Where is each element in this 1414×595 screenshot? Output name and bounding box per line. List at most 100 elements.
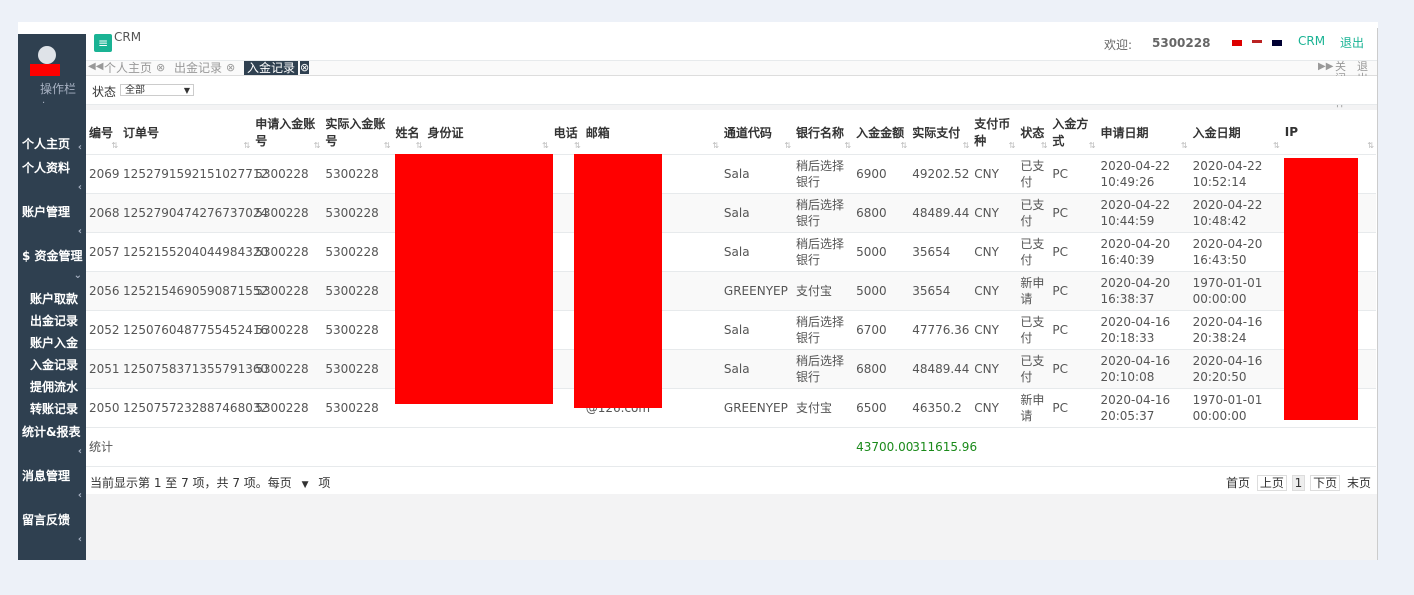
table-row[interactable]: 2057125215520404498432053002285300228@12… <box>86 232 1376 272</box>
sidebar-subitem-withdraw[interactable]: 账户取款 <box>30 290 78 307</box>
sidebar-item-label: 个人资料 <box>22 161 71 175</box>
table-cell: 2020-04-20 16:40:39 <box>1097 232 1190 272</box>
table-cell: 5300228 <box>322 154 393 194</box>
tab-scroll-left-icon[interactable]: ◀◀ <box>88 61 103 72</box>
first-page-button[interactable]: 首页 <box>1224 476 1252 490</box>
sidebar-item-home[interactable]: 个人主页 ‹ <box>18 136 86 153</box>
table-cell: 1250757232887468032 <box>120 388 268 428</box>
table-row[interactable]: 2052125076048775545241653002285300228@12… <box>86 310 1376 350</box>
sidebar-subitem-deposit[interactable]: 账户入金 <box>30 334 78 351</box>
prev-page-button[interactable]: 上页 <box>1256 475 1287 491</box>
column-header[interactable]: 入金日期 <box>1189 110 1282 155</box>
column-header[interactable]: 银行名称 <box>793 110 854 155</box>
column-header[interactable]: 邮箱 <box>582 110 721 155</box>
table-cell: 49202.52 <box>909 154 972 194</box>
menu-toggle-icon[interactable]: ≡ <box>94 34 112 52</box>
sidebar-subitem-withdraw-records[interactable]: 出金记录 <box>30 312 78 329</box>
user-id[interactable]: 5300228 <box>1152 36 1210 50</box>
column-header[interactable]: 申请日期 <box>1097 110 1190 155</box>
tab-home[interactable]: 个人主页 <box>104 61 152 75</box>
logout-link[interactable]: 退出 <box>1340 34 1364 51</box>
column-header[interactable]: 通道代码 <box>720 110 794 155</box>
summary-amount: 43700.00 <box>853 427 913 467</box>
table-cell: 6500 <box>853 388 910 428</box>
sidebar-item-profile[interactable]: 个人资料 ‹ <box>18 160 86 193</box>
table-cell: 5300228 <box>252 349 323 389</box>
flag-us-icon[interactable] <box>1252 40 1262 46</box>
sidebar-item-accounts[interactable]: 账户管理 ‹ <box>18 204 86 237</box>
table-row[interactable]: 2050 1250757232887468032 5300228 5300228 @12… <box>86 388 1376 428</box>
redacted-phone-email <box>574 154 662 408</box>
per-page-unit: 项 <box>318 476 331 490</box>
close-icon[interactable]: ⊗ <box>156 61 165 74</box>
avatar[interactable] <box>38 46 56 64</box>
redacted-ip <box>1284 158 1358 420</box>
sidebar-subitem-commission[interactable]: 提佣流水 <box>30 378 78 395</box>
table-cell: 5300228 <box>252 388 323 428</box>
column-header[interactable]: 实际支付 <box>909 110 972 155</box>
table-cell: 5300228 <box>252 154 323 194</box>
tab-deposit-records[interactable]: 入金记录 <box>244 61 299 75</box>
sidebar-item-messages[interactable]: 消息管理 ‹ <box>18 468 86 501</box>
table-cell: 稍后选择银行 <box>793 232 854 272</box>
close-icon[interactable]: ⊗ <box>226 61 235 74</box>
sidebar-subitem-deposit-records[interactable]: 入金记录 <box>30 356 78 373</box>
sidebar-item-funds[interactable]: $ 资金管理 ⌄ <box>18 248 86 281</box>
column-header[interactable]: 实际入金账号 <box>322 110 393 155</box>
table-cell: CNY <box>971 271 1018 311</box>
column-header[interactable]: 身份证 <box>424 110 551 155</box>
table-cell: 1252791592151027712 <box>120 154 268 194</box>
column-header[interactable]: 申请入金账号 <box>252 110 323 155</box>
status-filter-select[interactable]: 全部 <box>120 84 194 97</box>
column-header[interactable]: 支付币种 <box>971 110 1018 155</box>
next-page-button[interactable]: 下页 <box>1310 475 1341 491</box>
last-page-button[interactable]: 末页 <box>1345 476 1373 490</box>
table-cell: 2020-04-16 20:20:50 <box>1189 349 1282 389</box>
table-row[interactable]: 2051125075837135579136053002285300228@12… <box>86 349 1376 389</box>
table-cell: Sala <box>720 193 794 233</box>
table-cell: Sala <box>720 154 794 194</box>
column-header[interactable]: 编号 <box>86 110 121 155</box>
filter-bar: 状态 全部 <box>86 76 1377 105</box>
per-page-select[interactable]: ▼ <box>302 480 309 490</box>
table-cell: CNY <box>971 310 1018 350</box>
column-header[interactable]: 入金金额 <box>853 110 910 155</box>
column-header[interactable]: 入金方式 <box>1049 110 1098 155</box>
table-cell: PC <box>1049 310 1098 350</box>
table-cell: 2057 <box>86 232 121 272</box>
status-filter-label: 状态 <box>92 85 117 99</box>
table-row[interactable]: 2069125279159215102771253002285300228@12… <box>86 154 1376 194</box>
table-cell: CNY <box>971 388 1018 428</box>
table-cell: 1250760487755452416 <box>120 310 268 350</box>
table-cell: 2020-04-16 20:05:37 <box>1097 388 1190 428</box>
crm-link[interactable]: CRM <box>1298 34 1325 48</box>
table-cell: 1252154690590871552 <box>120 271 268 311</box>
sidebar-item-feedback[interactable]: 留言反馈 ‹ <box>18 512 86 545</box>
table-cell: 5300228 <box>252 310 323 350</box>
column-header[interactable]: 姓名 <box>392 110 425 155</box>
column-header[interactable]: 电话 <box>550 110 583 155</box>
table-row[interactable]: 2056125215469059087155253002285300228@12… <box>86 271 1376 311</box>
table-cell: 2020-04-16 20:10:08 <box>1097 349 1190 389</box>
tab-withdraw-records[interactable]: 出金记录 <box>174 61 222 75</box>
sidebar-subitem-transfer[interactable]: 转账记录 <box>30 400 78 417</box>
column-header[interactable]: 状态 <box>1017 110 1050 155</box>
sidebar-item-stats[interactable]: 统计&报表 ‹ <box>18 424 86 457</box>
table-cell: PC <box>1049 388 1098 428</box>
page-1-button[interactable]: 1 <box>1291 475 1306 491</box>
table-row[interactable]: 2068125279047427673702453002285300228@12… <box>86 193 1376 233</box>
column-header[interactable]: 订单号 <box>120 110 253 155</box>
welcome-label: 欢迎: <box>1104 38 1133 52</box>
flag-au-icon[interactable] <box>1272 40 1282 46</box>
table-cell: 1970-01-01 00:00:00 <box>1189 388 1282 428</box>
table-cell: 5300228 <box>252 271 323 311</box>
flag-cn-icon[interactable] <box>1232 40 1242 46</box>
table-cell: 1970-01-01 00:00:00 <box>1189 271 1282 311</box>
sidebar-op-label: 操作栏 <box>40 82 77 96</box>
table-cell: 支付宝 <box>793 388 854 428</box>
column-header[interactable]: IP <box>1281 110 1376 155</box>
close-icon[interactable]: ⊗ <box>300 61 310 74</box>
sidebar-item-label: 消息管理 <box>22 469 71 483</box>
table-cell: 已支付 <box>1017 349 1050 389</box>
table-cell: 稍后选择银行 <box>793 154 854 194</box>
